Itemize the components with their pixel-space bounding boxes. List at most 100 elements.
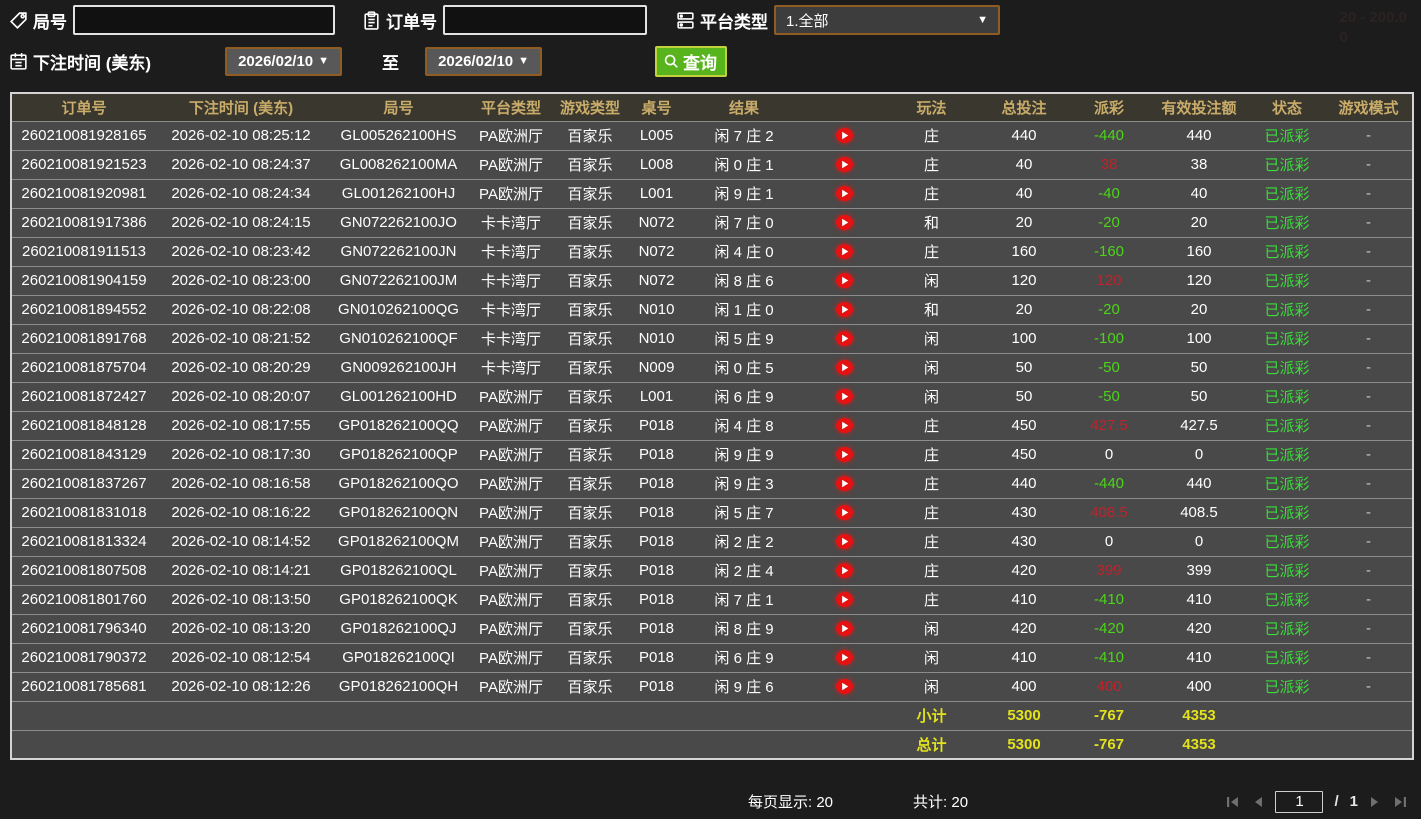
total-label: 总计 [884, 730, 979, 760]
play-button[interactable] [835, 620, 854, 637]
table-row[interactable]: 260210081831018 2026-02-10 08:16:22 GP01… [11, 498, 1413, 528]
result-cell: 闲 1 庄 0 [684, 295, 804, 325]
table-row[interactable]: 260210081921523 2026-02-10 08:24:37 GL00… [11, 150, 1413, 180]
play-button[interactable] [835, 678, 854, 695]
table-row[interactable]: 260210081848128 2026-02-10 08:17:55 GP01… [11, 411, 1413, 441]
round-id-cell: GP018262100QN [326, 498, 471, 528]
order-id-cell: 260210081790372 [11, 643, 156, 673]
chevron-down-icon: ▼ [318, 55, 330, 67]
order-id-cell: 260210081785681 [11, 672, 156, 702]
date-from-picker[interactable]: 2026/02/10 ▼ [225, 46, 343, 76]
round-id-cell: GL005262100HS [326, 121, 471, 151]
table-row[interactable]: 260210081928165 2026-02-10 08:25:12 GL00… [11, 121, 1413, 151]
round-id-input[interactable] [73, 5, 335, 35]
next-page-button[interactable] [1369, 795, 1381, 809]
game-type-cell: 百家乐 [551, 324, 629, 354]
table-row[interactable]: 260210081875704 2026-02-10 08:20:29 GN00… [11, 353, 1413, 383]
column-header: 订单号 [11, 93, 156, 122]
table-row[interactable]: 260210081801760 2026-02-10 08:13:50 GP01… [11, 585, 1413, 615]
round-id-cell: GP018262100QL [326, 556, 471, 586]
play-button[interactable] [835, 127, 854, 144]
result-cell: 闲 0 庄 1 [684, 150, 804, 180]
platform-type-select[interactable]: 1.全部 ▼ [774, 5, 1000, 35]
table-row[interactable]: 260210081843129 2026-02-10 08:17:30 GP01… [11, 440, 1413, 470]
table-row[interactable]: 260210081813324 2026-02-10 08:14:52 GP01… [11, 527, 1413, 557]
play-cell [804, 527, 884, 557]
last-page-button[interactable] [1392, 795, 1407, 809]
total-count-label: 共计: 20 [913, 794, 969, 811]
play-button[interactable] [835, 562, 854, 579]
play-button[interactable] [835, 649, 854, 666]
status-cell: 已派彩 [1249, 585, 1325, 615]
play-button[interactable] [835, 591, 854, 608]
play-button[interactable] [835, 185, 854, 202]
date-from-value: 2026/02/10 [238, 52, 314, 70]
table-row[interactable]: 260210081785681 2026-02-10 08:12:26 GP01… [11, 672, 1413, 702]
payout-cell: 120 [1069, 266, 1149, 296]
order-id-cell: 260210081807508 [11, 556, 156, 586]
play-type-cell: 闲 [884, 672, 979, 702]
valid-bet-cell: 408.5 [1149, 498, 1249, 528]
table-row[interactable]: 260210081917386 2026-02-10 08:24:15 GN07… [11, 208, 1413, 238]
play-button[interactable] [835, 330, 854, 347]
play-button[interactable] [835, 214, 854, 231]
total-bet-cell: 420 [979, 556, 1069, 586]
play-button[interactable] [835, 504, 854, 521]
game-mode-cell: - [1325, 324, 1413, 354]
play-button[interactable] [835, 446, 854, 463]
valid-bet-cell: 410 [1149, 643, 1249, 673]
ghost-line-2: 0 [1339, 29, 1348, 46]
play-cell [804, 150, 884, 180]
play-cell [804, 121, 884, 151]
game-type-cell: 百家乐 [551, 208, 629, 238]
table-row[interactable]: 260210081872427 2026-02-10 08:20:07 GL00… [11, 382, 1413, 412]
valid-bet-cell: 160 [1149, 237, 1249, 267]
status-cell: 已派彩 [1249, 266, 1325, 296]
prev-page-button[interactable] [1252, 795, 1264, 809]
play-button[interactable] [835, 417, 854, 434]
table-row[interactable]: 260210081894552 2026-02-10 08:22:08 GN01… [11, 295, 1413, 325]
play-button[interactable] [835, 301, 854, 318]
table-row[interactable]: 260210081911513 2026-02-10 08:23:42 GN07… [11, 237, 1413, 267]
table-row[interactable]: 260210081920981 2026-02-10 08:24:34 GL00… [11, 179, 1413, 209]
play-button[interactable] [835, 359, 854, 376]
table-row[interactable]: 260210081790372 2026-02-10 08:12:54 GP01… [11, 643, 1413, 673]
platform-cell: PA欧洲厅 [471, 614, 551, 644]
platform-cell: PA欧洲厅 [471, 382, 551, 412]
order-id-input[interactable] [443, 5, 647, 35]
subtotal-valid: 4353 [1149, 701, 1249, 731]
total-bet-cell: 440 [979, 469, 1069, 499]
payout-cell: -420 [1069, 614, 1149, 644]
game-type-cell: 百家乐 [551, 382, 629, 412]
game-mode-cell: - [1325, 585, 1413, 615]
play-type-cell: 庄 [884, 469, 979, 499]
play-cell [804, 672, 884, 702]
platform-cell: PA欧洲厅 [471, 643, 551, 673]
first-page-button[interactable] [1226, 795, 1241, 809]
play-button[interactable] [835, 475, 854, 492]
play-cell [804, 614, 884, 644]
platform-cell: PA欧洲厅 [471, 527, 551, 557]
table-row[interactable]: 260210081807508 2026-02-10 08:14:21 GP01… [11, 556, 1413, 586]
platform-cell: 卡卡湾厅 [471, 266, 551, 296]
play-button[interactable] [835, 272, 854, 289]
play-button[interactable] [835, 533, 854, 550]
payout-cell: -20 [1069, 208, 1149, 238]
bet-time-cell: 2026-02-10 08:20:07 [156, 382, 326, 412]
table-row[interactable]: 260210081891768 2026-02-10 08:21:52 GN01… [11, 324, 1413, 354]
table-row[interactable]: 260210081904159 2026-02-10 08:23:00 GN07… [11, 266, 1413, 296]
filter-row-1: 局号 订单号 平台类型 1.全部 ▼ [0, 0, 1421, 40]
search-button[interactable]: 查询 [655, 45, 728, 77]
play-button[interactable] [835, 156, 854, 173]
page-number-input[interactable] [1275, 790, 1324, 813]
play-icon [835, 157, 853, 173]
play-button[interactable] [835, 388, 854, 405]
play-button[interactable] [835, 243, 854, 260]
order-id-cell: 260210081920981 [11, 179, 156, 209]
date-to-picker[interactable]: 2026/02/10 ▼ [425, 46, 543, 76]
table-row[interactable]: 260210081796340 2026-02-10 08:13:20 GP01… [11, 614, 1413, 644]
platform-cell: PA欧洲厅 [471, 556, 551, 586]
tag-icon [9, 11, 27, 29]
order-id-cell: 260210081875704 [11, 353, 156, 383]
table-row[interactable]: 260210081837267 2026-02-10 08:16:58 GP01… [11, 469, 1413, 499]
